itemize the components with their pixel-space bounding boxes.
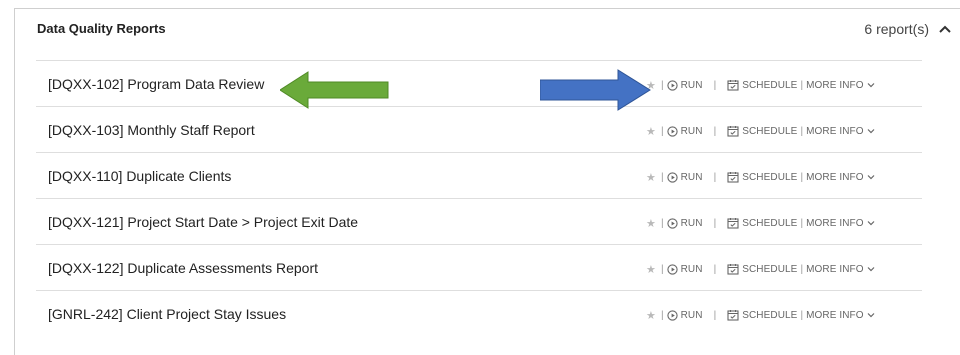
- star-icon[interactable]: ★: [646, 217, 658, 230]
- schedule-label: SCHEDULE: [742, 79, 798, 91]
- run-button[interactable]: RUN: [666, 171, 703, 183]
- report-row: [DQXX-102] Program Data Review ★ | RUN |…: [36, 60, 922, 106]
- star-icon[interactable]: ★: [646, 263, 658, 276]
- schedule-button[interactable]: SCHEDULE: [727, 171, 797, 183]
- more-info-button[interactable]: MORE INFO: [806, 126, 875, 137]
- report-actions: ★ | RUN | SCHEDULE | MORE INFO: [646, 216, 875, 230]
- report-row: [GNRL-242] Client Project Stay Issues ★ …: [36, 290, 922, 336]
- run-button[interactable]: RUN: [666, 309, 703, 321]
- chevron-down-icon: [867, 128, 875, 134]
- schedule-label: SCHEDULE: [742, 171, 798, 183]
- star-icon[interactable]: ★: [646, 125, 658, 138]
- run-label: RUN: [680, 171, 703, 183]
- schedule-label: SCHEDULE: [742, 309, 798, 321]
- chevron-down-icon: [867, 220, 875, 226]
- more-info-button[interactable]: MORE INFO: [806, 264, 875, 275]
- panel-title: Data Quality Reports: [37, 21, 166, 36]
- run-label: RUN: [680, 309, 703, 321]
- more-info-label: MORE INFO: [806, 79, 864, 91]
- report-actions: ★ | RUN | SCHEDULE | MORE INFO: [646, 124, 875, 138]
- more-info-label: MORE INFO: [806, 125, 864, 137]
- report-list: [DQXX-102] Program Data Review ★ | RUN |…: [36, 60, 922, 336]
- more-info-label: MORE INFO: [806, 217, 864, 229]
- more-info-button[interactable]: MORE INFO: [806, 310, 875, 321]
- schedule-label: SCHEDULE: [742, 217, 798, 229]
- schedule-button[interactable]: SCHEDULE: [727, 217, 797, 229]
- more-info-label: MORE INFO: [806, 263, 864, 275]
- report-title[interactable]: [DQXX-122] Duplicate Assessments Report: [48, 260, 318, 276]
- run-label: RUN: [680, 263, 703, 275]
- schedule-label: SCHEDULE: [742, 125, 798, 137]
- report-actions: ★ | RUN | SCHEDULE | MORE INFO: [646, 78, 875, 92]
- run-button[interactable]: RUN: [666, 263, 703, 275]
- run-button[interactable]: RUN: [666, 125, 703, 137]
- calendar-icon: [727, 263, 739, 275]
- more-info-button[interactable]: MORE INFO: [806, 218, 875, 229]
- report-row: [DQXX-121] Project Start Date > Project …: [36, 198, 922, 244]
- report-title[interactable]: [DQXX-121] Project Start Date > Project …: [48, 214, 358, 230]
- more-info-button[interactable]: MORE INFO: [806, 80, 875, 91]
- run-label: RUN: [680, 125, 703, 137]
- star-icon[interactable]: ★: [646, 309, 658, 322]
- star-icon[interactable]: ★: [646, 171, 658, 184]
- play-circle-icon: [666, 309, 678, 321]
- report-title[interactable]: [DQXX-102] Program Data Review: [48, 76, 264, 92]
- more-info-button[interactable]: MORE INFO: [806, 172, 875, 183]
- more-info-label: MORE INFO: [806, 171, 864, 183]
- report-row: [DQXX-110] Duplicate Clients ★ | RUN | S…: [36, 152, 922, 198]
- report-actions: ★ | RUN | SCHEDULE | MORE INFO: [646, 170, 875, 184]
- run-button[interactable]: RUN: [666, 79, 703, 91]
- calendar-icon: [727, 125, 739, 137]
- calendar-icon: [727, 217, 739, 229]
- schedule-button[interactable]: SCHEDULE: [727, 263, 797, 275]
- run-label: RUN: [680, 217, 703, 229]
- calendar-icon: [727, 171, 739, 183]
- chevron-down-icon: [867, 174, 875, 180]
- play-circle-icon: [666, 263, 678, 275]
- report-count: 6 report(s): [864, 21, 929, 37]
- schedule-button[interactable]: SCHEDULE: [727, 125, 797, 137]
- chevron-down-icon: [867, 82, 875, 88]
- report-row: [DQXX-103] Monthly Staff Report ★ | RUN …: [36, 106, 922, 152]
- report-actions: ★ | RUN | SCHEDULE | MORE INFO: [646, 262, 875, 276]
- chevron-down-icon: [867, 312, 875, 318]
- report-row: [DQXX-122] Duplicate Assessments Report …: [36, 244, 922, 290]
- green-annotation-arrow-icon: [280, 71, 389, 109]
- report-actions: ★ | RUN | SCHEDULE | MORE INFO: [646, 308, 875, 322]
- schedule-button[interactable]: SCHEDULE: [727, 309, 797, 321]
- run-label: RUN: [680, 79, 703, 91]
- play-circle-icon: [666, 79, 678, 91]
- schedule-label: SCHEDULE: [742, 263, 798, 275]
- panel-header[interactable]: Data Quality Reports 6 report(s): [15, 9, 960, 49]
- chevron-down-icon: [867, 266, 875, 272]
- chevron-up-icon[interactable]: [937, 22, 953, 36]
- play-circle-icon: [666, 171, 678, 183]
- report-title[interactable]: [DQXX-103] Monthly Staff Report: [48, 122, 255, 138]
- blue-annotation-arrow-icon: [540, 69, 651, 111]
- run-button[interactable]: RUN: [666, 217, 703, 229]
- report-title[interactable]: [DQXX-110] Duplicate Clients: [48, 168, 231, 184]
- schedule-button[interactable]: SCHEDULE: [727, 79, 797, 91]
- report-title[interactable]: [GNRL-242] Client Project Stay Issues: [48, 306, 286, 322]
- play-circle-icon: [666, 125, 678, 137]
- play-circle-icon: [666, 217, 678, 229]
- calendar-icon: [727, 79, 739, 91]
- calendar-icon: [727, 309, 739, 321]
- more-info-label: MORE INFO: [806, 309, 864, 321]
